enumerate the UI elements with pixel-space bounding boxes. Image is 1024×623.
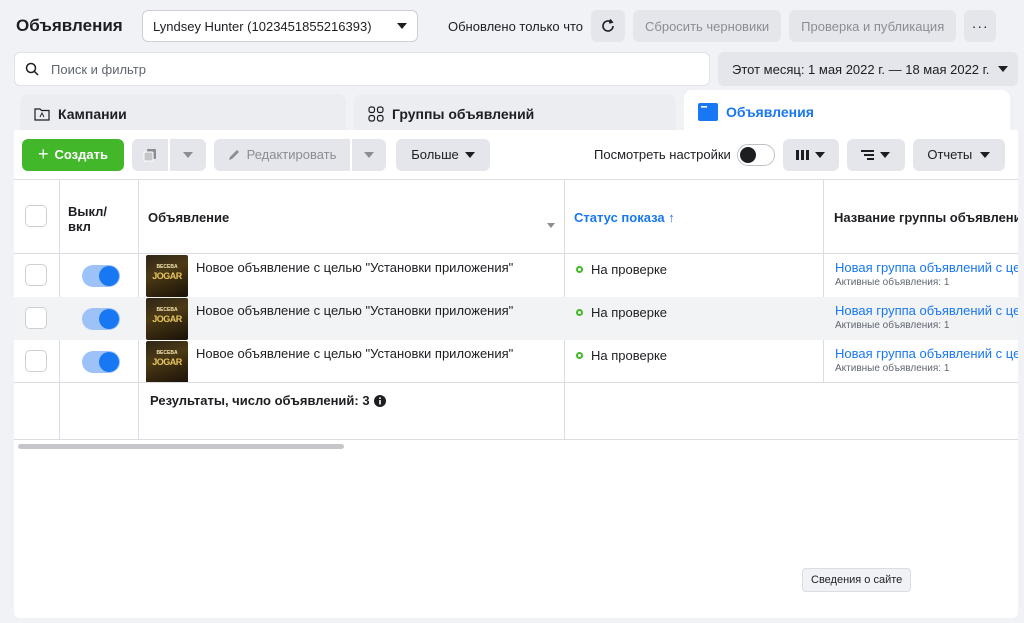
- more-button[interactable]: Больше: [396, 138, 490, 171]
- ads-panel: + Создать Редактировать Больше Посмотрет…: [14, 130, 1018, 618]
- status-dot-icon: [576, 352, 583, 359]
- ad-toggle[interactable]: [82, 265, 120, 287]
- account-select[interactable]: Lyndsey Hunter (1023451855216393): [142, 10, 418, 42]
- ad-thumbnail: BECEBA JOGAR: [146, 255, 188, 297]
- folder-icon: [34, 108, 50, 121]
- results-summary: Результаты, число объявлений: 3: [150, 393, 370, 408]
- review-publish-button[interactable]: Проверка и публикация: [789, 10, 957, 42]
- adset-link[interactable]: Новая группа объявлений с це: [835, 260, 1018, 275]
- updated-status: Обновлено только что: [448, 18, 584, 34]
- ad-name[interactable]: Новое объявление с целью "Установки прил…: [196, 346, 513, 361]
- search-row: Поиск и фильтр Этот месяц: 1 мая 2022 г.…: [14, 52, 1018, 86]
- adset-sub: Активные объявления: 1: [835, 277, 950, 288]
- create-label: Создать: [54, 147, 108, 162]
- chevron-down-icon: [815, 151, 826, 158]
- column-header-adset[interactable]: Название группы объявлени: [834, 210, 1018, 225]
- ad-name[interactable]: Новое объявление с целью "Установки прил…: [196, 303, 513, 318]
- ad-thumbnail: BECEBA JOGAR: [146, 298, 188, 340]
- adset-link[interactable]: Новая группа объявлений с це: [835, 303, 1018, 318]
- edit-label: Редактировать: [246, 147, 337, 162]
- table-toolbar: + Создать Редактировать Больше Посмотрет…: [14, 130, 1018, 180]
- duplicate-icon: [143, 148, 156, 161]
- ad-thumbnail: BECEBA JOGAR: [146, 341, 188, 383]
- column-header-status[interactable]: Статус показа ↑: [574, 210, 675, 225]
- level-tabs: Кампании Группы объявлений Объявления: [20, 90, 1010, 134]
- ad-toggle[interactable]: [82, 351, 120, 373]
- column-header-onoff[interactable]: Выкл/ вкл: [68, 204, 107, 234]
- delivery-status: На проверке: [591, 348, 668, 363]
- tab-ads-label: Объявления: [726, 104, 814, 120]
- search-icon: [25, 62, 39, 76]
- chevron-down-icon: [397, 23, 407, 29]
- ad-toggle[interactable]: [82, 308, 120, 330]
- grid-icon: [368, 106, 384, 122]
- table-row[interactable]: BECEBA JOGAR Новое объявление с целью "Ус…: [14, 254, 1018, 297]
- select-all-checkbox[interactable]: [25, 205, 47, 227]
- status-dot-icon: [576, 309, 583, 316]
- columns-button[interactable]: [782, 138, 839, 171]
- account-name: Lyndsey Hunter (1023451855216393): [153, 18, 372, 34]
- tab-campaigns[interactable]: Кампании: [20, 94, 346, 134]
- reports-label: Отчеты: [927, 147, 973, 162]
- reports-button[interactable]: Отчеты: [912, 138, 1005, 171]
- plus-icon: +: [38, 144, 49, 164]
- create-button[interactable]: + Создать: [22, 138, 124, 171]
- tab-campaigns-label: Кампании: [58, 106, 127, 122]
- sort-caret-icon: [547, 223, 555, 228]
- columns-icon: [796, 149, 810, 160]
- view-settings-toggle[interactable]: [736, 143, 775, 166]
- refresh-icon: [602, 18, 614, 32]
- edit-dropdown[interactable]: [352, 138, 386, 171]
- table-row[interactable]: BECEBA JOGAR Новое объявление с целью "Ус…: [14, 340, 1018, 383]
- duplicate-button[interactable]: [132, 138, 168, 171]
- tab-ads[interactable]: Объявления: [684, 90, 1010, 134]
- page-title: Объявления: [16, 16, 123, 35]
- tab-adsets-label: Группы объявлений: [392, 106, 535, 122]
- table-row[interactable]: BECEBA JOGAR Новое объявление с целью "Ус…: [14, 297, 1018, 340]
- adset-sub: Активные объявления: 1: [835, 363, 950, 374]
- adset-link[interactable]: Новая группа объявлений с це: [835, 346, 1018, 361]
- discard-drafts-button[interactable]: Сбросить черновики: [633, 10, 782, 42]
- more-label: Больше: [411, 147, 459, 162]
- row-checkbox[interactable]: [25, 264, 47, 286]
- status-dot-icon: [576, 266, 583, 273]
- more-options-button[interactable]: ···: [964, 10, 997, 42]
- chevron-down-icon: [998, 66, 1008, 72]
- pencil-icon: [228, 150, 239, 160]
- chevron-down-icon: [183, 151, 193, 158]
- row-checkbox[interactable]: [25, 350, 47, 372]
- tab-adsets[interactable]: Группы объявлений: [354, 94, 676, 134]
- edit-split: Редактировать: [214, 138, 386, 171]
- refresh-button[interactable]: [591, 10, 626, 42]
- search-placeholder: Поиск и фильтр: [51, 61, 146, 77]
- search-input[interactable]: Поиск и фильтр: [14, 52, 710, 86]
- delivery-status: На проверке: [591, 262, 668, 277]
- horizontal-scrollbar[interactable]: [18, 444, 344, 449]
- chevron-down-icon: [980, 151, 991, 158]
- chevron-down-icon: [364, 151, 374, 158]
- chevron-down-icon: [880, 151, 891, 158]
- ad-name[interactable]: Новое объявление с целью "Установки прил…: [196, 260, 513, 275]
- info-icon[interactable]: [373, 394, 386, 407]
- breakdown-icon: [861, 149, 875, 160]
- table-header: Выкл/ вкл Объявление Статус показа ↑ Наз…: [14, 180, 1018, 254]
- column-header-ad[interactable]: Объявление: [148, 210, 229, 225]
- chevron-down-icon: [464, 151, 475, 158]
- delivery-status: На проверке: [591, 305, 668, 320]
- results-row: Результаты, число объявлений: 3: [14, 382, 1018, 440]
- header-bar: Объявления Lyndsey Hunter (1023451855216…: [8, 8, 1016, 44]
- breakdown-button[interactable]: [846, 138, 905, 171]
- ad-icon: [698, 103, 718, 121]
- duplicate-dropdown[interactable]: [170, 138, 206, 171]
- view-settings: Посмотреть настройки: [594, 143, 775, 166]
- duplicate-split: [132, 138, 206, 171]
- date-range-picker[interactable]: Этот месяц: 1 мая 2022 г. — 18 мая 2022 …: [718, 52, 1018, 86]
- row-checkbox[interactable]: [25, 307, 47, 329]
- site-info-tooltip: Сведения о сайте: [802, 568, 912, 592]
- view-settings-label: Посмотреть настройки: [594, 147, 731, 162]
- edit-button[interactable]: Редактировать: [214, 138, 350, 171]
- adset-sub: Активные объявления: 1: [835, 320, 950, 331]
- date-range-label: Этот месяц: 1 мая 2022 г. — 18 мая 2022 …: [732, 61, 990, 77]
